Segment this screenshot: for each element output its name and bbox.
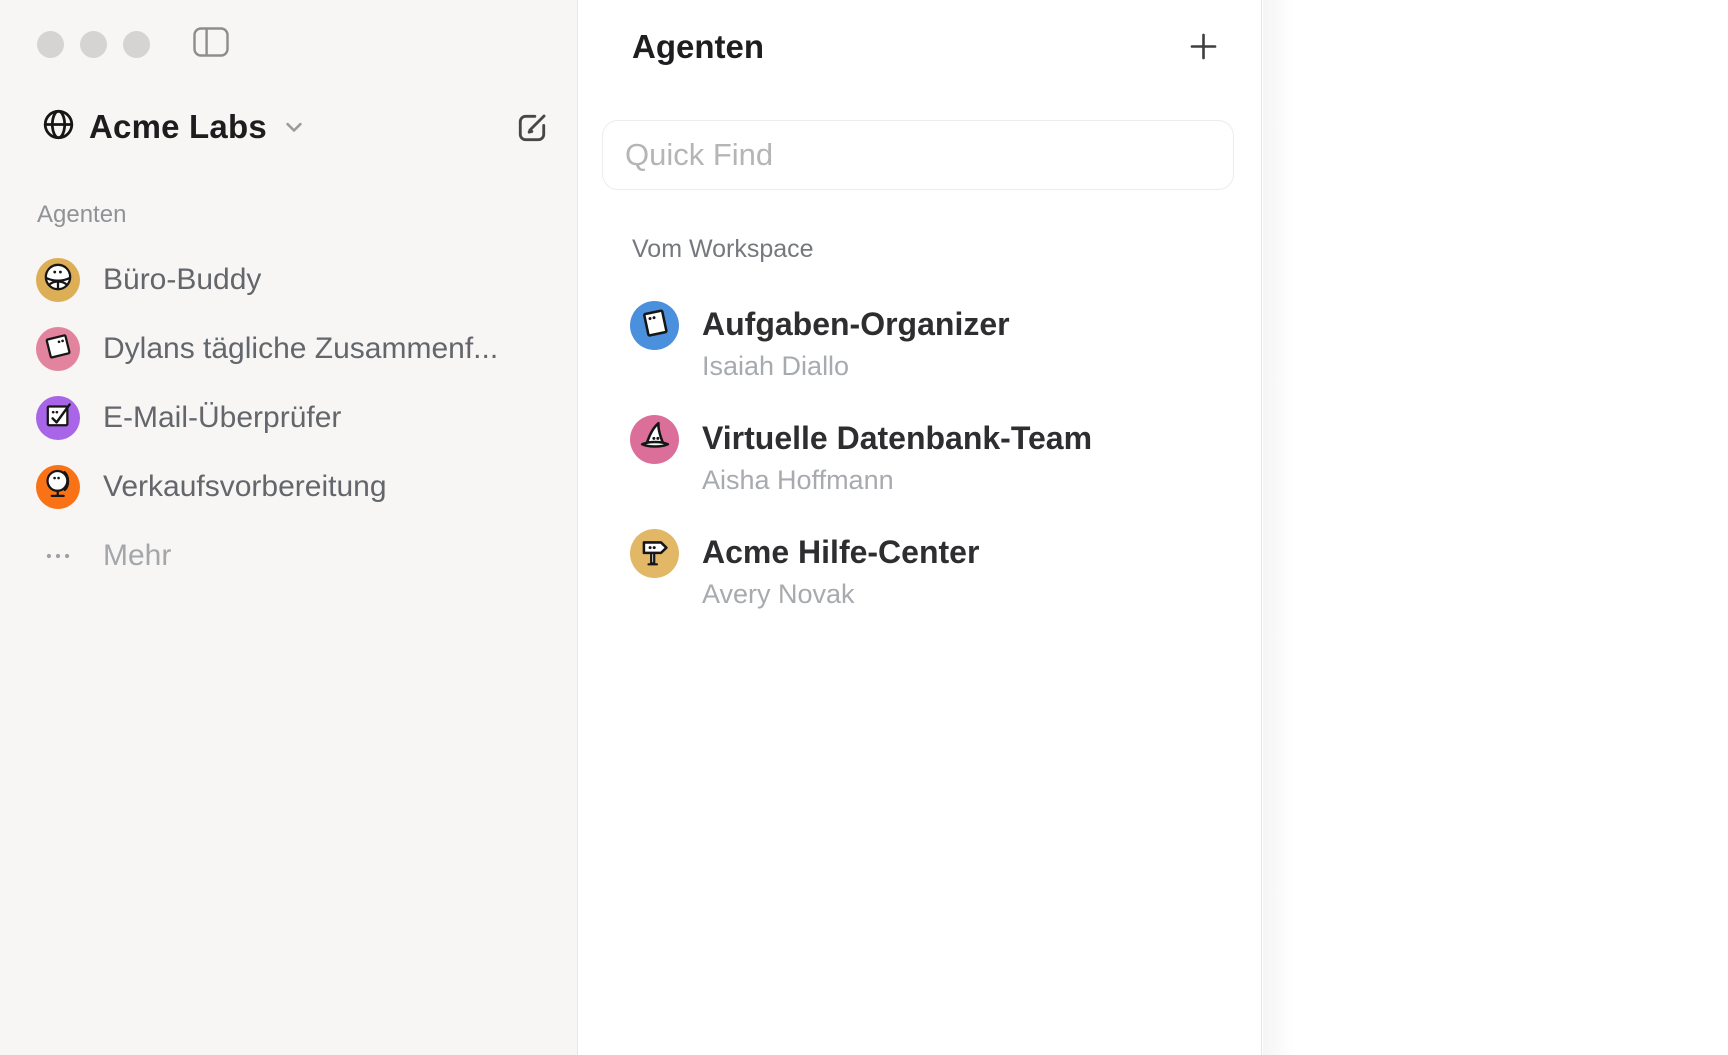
avatar <box>630 415 679 464</box>
agent-owner: Aisha Hoffmann <box>702 463 1092 497</box>
agent-text: Acme Hilfe-Center Avery Novak <box>702 532 979 611</box>
agent-owner: Avery Novak <box>702 577 979 611</box>
avatar <box>36 396 80 440</box>
sidebar-agent-list: Büro-Buddy Dylans tägliche Zus <box>0 245 578 590</box>
paper-face-icon <box>636 304 674 347</box>
main-content-area <box>1263 0 1728 1055</box>
sidebar-toggle-button[interactable] <box>192 27 230 59</box>
avatar <box>36 327 80 371</box>
sidebar-item-dylans-zusammenfassung[interactable]: Dylans tägliche Zusammenf... <box>0 314 578 383</box>
window-control-minimize[interactable] <box>80 31 107 58</box>
agent-text: Virtuelle Datenbank-Team Aisha Hoffmann <box>702 418 1092 497</box>
ball-face-icon <box>41 260 75 299</box>
panel-section-label: Vom Workspace <box>632 234 814 264</box>
plus-icon <box>1187 30 1220 66</box>
add-agent-button[interactable] <box>1184 29 1222 67</box>
agents-panel: Agenten Vom Workspace <box>578 0 1262 1055</box>
ellipsis-icon <box>36 540 80 572</box>
chevron-down-icon <box>280 113 308 146</box>
sidebar-item-label: Verkaufsvorbereitung <box>103 470 387 504</box>
avatar <box>630 301 679 350</box>
agent-owner: Isaiah Diallo <box>702 349 1010 383</box>
check-square-face-icon <box>41 398 75 437</box>
desk-globe-face-icon <box>41 467 75 506</box>
sidebar-item-buero-buddy[interactable]: Büro-Buddy <box>0 245 578 314</box>
sidebar-item-more[interactable]: Mehr <box>0 521 578 590</box>
sidebar-item-label: Dylans tägliche Zusammenf... <box>103 332 498 366</box>
sidebar-toggle-icon <box>192 26 230 61</box>
app-window: Acme Labs Agenten <box>0 0 1728 1055</box>
workspace-name: Acme Labs <box>89 108 267 146</box>
globe-icon <box>40 106 77 148</box>
window-control-close[interactable] <box>37 31 64 58</box>
quick-find-input[interactable] <box>603 121 1233 189</box>
witch-hat-face-icon <box>636 418 674 461</box>
agent-row-virtuelle-datenbank-team[interactable]: Virtuelle Datenbank-Team Aisha Hoffmann <box>630 390 1230 490</box>
agent-row-aufgaben-organizer[interactable]: Aufgaben-Organizer Isaiah Diallo <box>630 276 1230 376</box>
avatar <box>36 465 80 509</box>
note-face-icon <box>41 329 75 368</box>
sidebar-item-email-ueberpruefer[interactable]: E-Mail-Überprüfer <box>0 383 578 452</box>
quick-find-field <box>602 120 1234 190</box>
window-control-zoom[interactable] <box>123 31 150 58</box>
avatar <box>630 529 679 578</box>
sidebar-item-label: Büro-Buddy <box>103 263 261 297</box>
agent-name: Acme Hilfe-Center <box>702 532 979 572</box>
signpost-face-icon <box>636 532 674 575</box>
sidebar-item-label: E-Mail-Überprüfer <box>103 401 341 435</box>
sidebar-section-label: Agenten <box>37 201 126 229</box>
sidebar: Acme Labs Agenten <box>0 0 578 1055</box>
agent-name: Aufgaben-Organizer <box>702 304 1010 344</box>
sidebar-item-verkaufsvorbereitung[interactable]: Verkaufsvorbereitung <box>0 452 578 521</box>
compose-icon <box>513 109 551 150</box>
avatar <box>36 258 80 302</box>
agent-row-acme-hilfe-center[interactable]: Acme Hilfe-Center Avery Novak <box>630 504 1230 604</box>
compose-button[interactable] <box>512 109 552 149</box>
window-controls <box>37 31 150 58</box>
sidebar-more-label: Mehr <box>103 539 171 573</box>
agent-text: Aufgaben-Organizer Isaiah Diallo <box>702 304 1010 383</box>
workspace-switcher[interactable]: Acme Labs <box>40 105 308 149</box>
panel-title: Agenten <box>632 27 764 67</box>
agent-name: Virtuelle Datenbank-Team <box>702 418 1092 458</box>
